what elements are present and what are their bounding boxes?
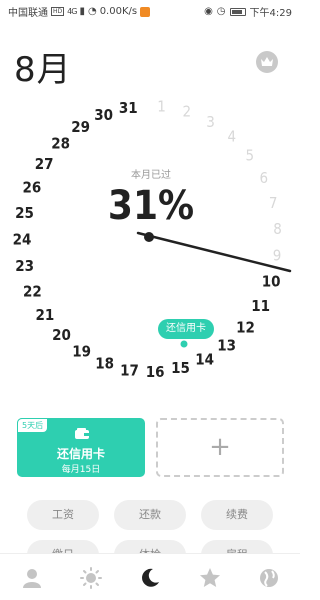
nav-month[interactable]: [138, 566, 162, 590]
dial-day-29: 29: [71, 118, 90, 136]
dial-day-15: 15: [171, 359, 190, 377]
dial-day-8: 8: [273, 220, 282, 238]
plus-icon: +: [209, 432, 231, 462]
dial-day-30: 30: [94, 106, 113, 124]
dial-day-2: 2: [183, 103, 192, 121]
dial-day-4: 4: [228, 128, 237, 146]
dial-day-18: 18: [95, 354, 114, 372]
dial-hand: [136, 231, 292, 273]
person-icon: [23, 569, 41, 588]
dial-day-9: 9: [273, 247, 282, 265]
dial-day-1: 1: [157, 98, 166, 116]
month-progress-dial: 本月已过 31% 1 234567891011121314151617181920…: [13, 98, 292, 381]
dial-day-17: 17: [120, 361, 139, 379]
dial-percent: 31%: [108, 183, 194, 229]
dial-day-14: 14: [195, 350, 214, 368]
dial-day-6: 6: [260, 169, 269, 187]
dial-day-28: 28: [51, 135, 70, 153]
dial-day-5: 5: [246, 147, 255, 165]
dial-day-31: 31: [119, 99, 138, 117]
nav-profile[interactable]: [20, 566, 44, 590]
dial-day-7: 7: [269, 194, 278, 212]
dial-day-20: 20: [52, 326, 71, 344]
chip-renewal[interactable]: 续费: [201, 500, 273, 530]
nav-explore[interactable]: [257, 566, 281, 590]
nav-day[interactable]: [79, 566, 103, 590]
dial-day-12: 12: [236, 319, 255, 337]
reminder-title: 还信用卡: [56, 447, 105, 461]
days-left-badge: 5天后: [17, 418, 49, 433]
reminder-card[interactable]: 5天后 还信用卡 每月15日: [17, 418, 145, 477]
dial-day-16: 16: [146, 363, 165, 381]
dial-day-27: 27: [35, 155, 54, 173]
sun-icon: [80, 567, 102, 589]
dial-day-25: 25: [15, 204, 34, 222]
wallet-icon: [75, 428, 89, 439]
moon-icon: [142, 568, 159, 587]
dial-day-22: 22: [23, 283, 42, 301]
dial-day-23: 23: [15, 257, 34, 275]
dial-day-21: 21: [36, 306, 55, 324]
nav-favorites[interactable]: [198, 566, 222, 590]
dial-day-13: 13: [217, 337, 236, 355]
dial-hand-pivot: [144, 232, 154, 242]
dial-caption: 本月已过: [131, 168, 171, 181]
dial-day-26: 26: [23, 179, 42, 197]
dial-day-11: 11: [251, 297, 270, 315]
globe-icon: [260, 569, 278, 587]
add-reminder-button[interactable]: +: [156, 418, 284, 477]
dial-day-24: 24: [13, 231, 32, 249]
reminder-marker: [180, 340, 188, 348]
chip-salary[interactable]: 工资: [27, 500, 99, 530]
chip-repayment[interactable]: 还款: [114, 500, 186, 530]
star-icon: [200, 568, 220, 587]
reminder-tag[interactable]: 还信用卡: [158, 319, 214, 339]
dial-day-19: 19: [72, 343, 91, 361]
bottom-nav: [0, 553, 300, 600]
dial-day-10: 10: [262, 273, 281, 291]
reminder-subtitle: 每月15日: [61, 465, 101, 475]
dial-day-3: 3: [206, 113, 215, 131]
